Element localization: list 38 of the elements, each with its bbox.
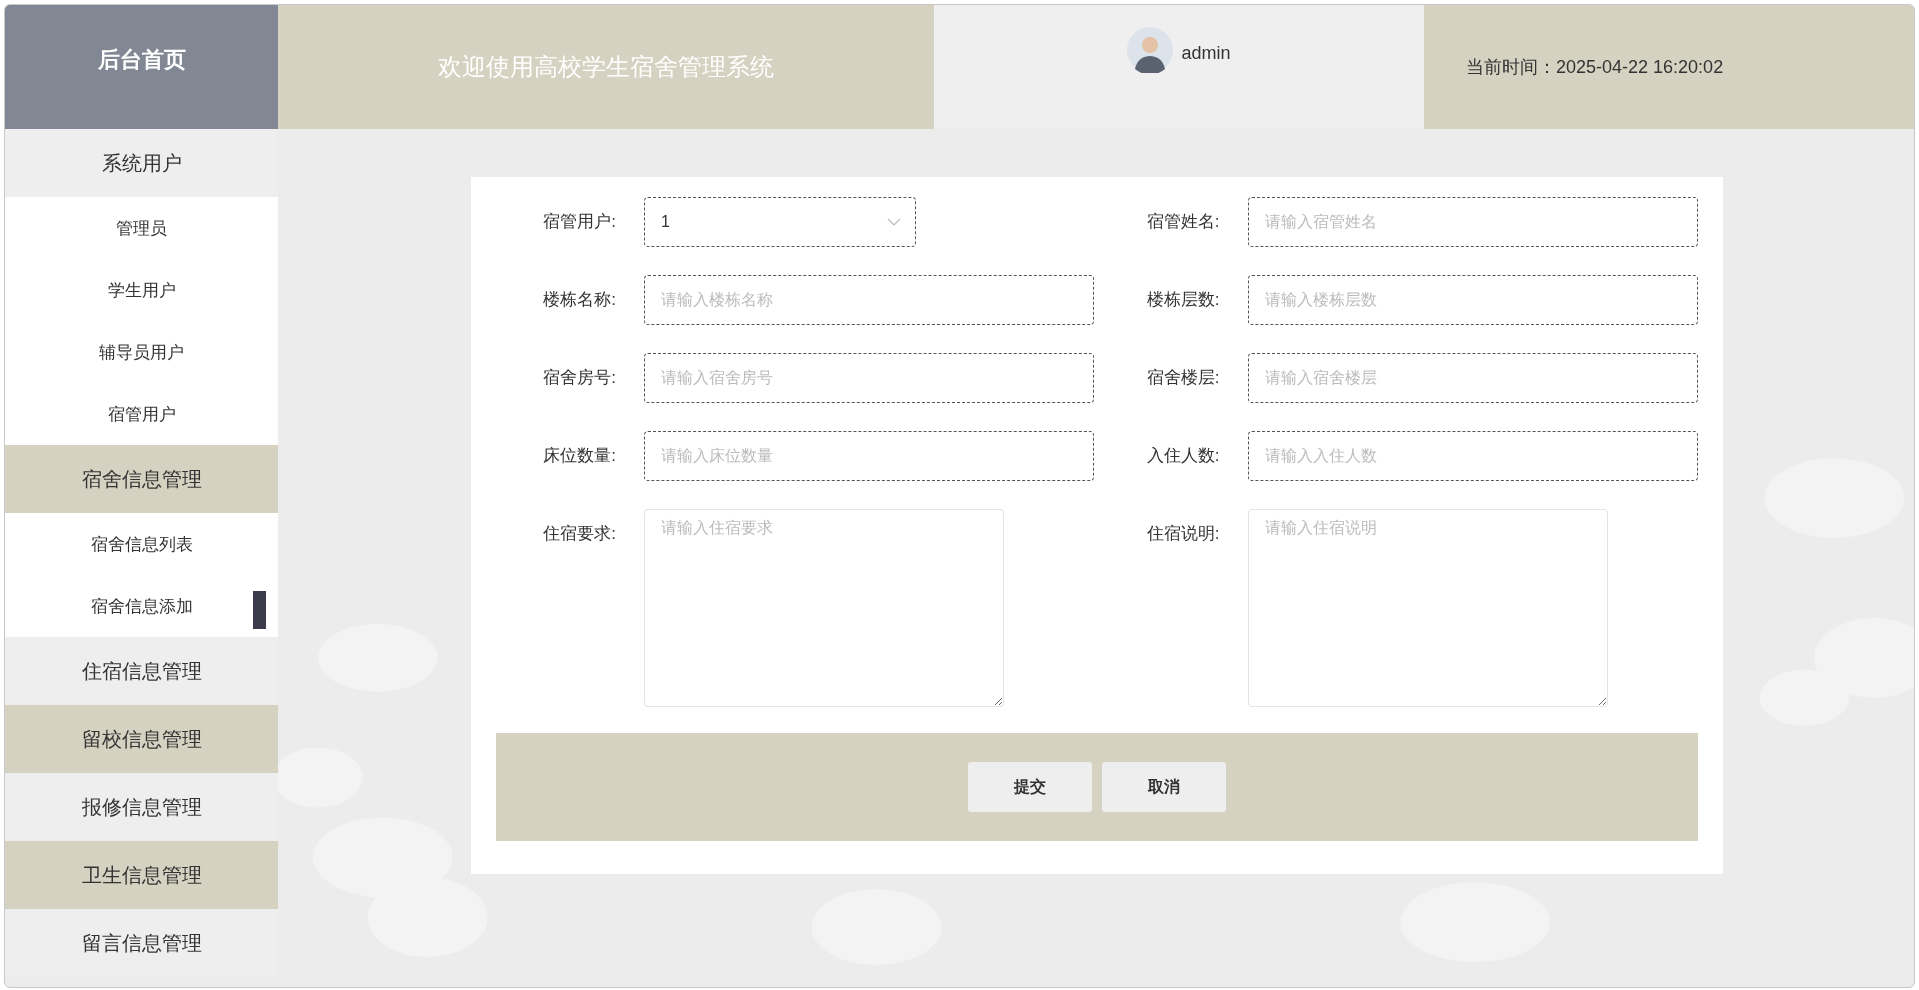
input-field[interactable]: 请输入楼栋名称 bbox=[644, 275, 1094, 325]
input-field[interactable]: 请输入宿舍房号 bbox=[644, 353, 1094, 403]
menu-item[interactable]: 宿舍信息列表 bbox=[5, 513, 278, 575]
field-label: 宿管用户: bbox=[542, 211, 616, 233]
field-label: 楼栋层数: bbox=[1145, 289, 1220, 311]
system-title: 欢迎使用高校学生宿舍管理系统 bbox=[438, 52, 774, 82]
menu-group[interactable]: 留校信息管理 bbox=[5, 705, 278, 773]
menu-item[interactable]: 辅导员用户 bbox=[5, 321, 278, 383]
field-label: 宿舍楼层: bbox=[1145, 367, 1220, 389]
menu-group[interactable]: 宿舍信息管理 bbox=[5, 445, 278, 513]
input-field[interactable]: 请输入床位数量 bbox=[644, 431, 1094, 481]
text-area[interactable]: 请输入住宿要求 bbox=[644, 509, 1004, 707]
menu-group[interactable]: 卫生信息管理 bbox=[5, 841, 278, 909]
menu-item[interactable]: 管理员 bbox=[5, 197, 278, 259]
menu-item[interactable]: 宿管用户 bbox=[5, 383, 278, 445]
field-label: 住宿要求: bbox=[542, 523, 616, 545]
cancel-button[interactable]: 取消 bbox=[1102, 762, 1226, 812]
field-label: 宿管姓名: bbox=[1145, 211, 1220, 233]
chevron-down-icon bbox=[887, 218, 901, 226]
field-label: 楼栋名称: bbox=[542, 289, 616, 311]
user-select[interactable]: 1 bbox=[644, 197, 916, 247]
text-area[interactable]: 请输入住宿说明 bbox=[1247, 509, 1608, 707]
logo-title[interactable]: 后台首页 bbox=[5, 5, 278, 129]
input-field[interactable]: 请输入入住人数 bbox=[1247, 431, 1698, 481]
submit-button[interactable]: 提交 bbox=[968, 762, 1092, 812]
current-time: 当前时间：2025-04-22 16:20:02 bbox=[1466, 56, 1724, 79]
field-label: 床位数量: bbox=[542, 445, 616, 467]
menu-item[interactable]: 宿舍信息添加 bbox=[5, 575, 278, 637]
input-field[interactable]: 请输入楼栋层数 bbox=[1247, 275, 1698, 325]
avatar-icon bbox=[1127, 27, 1174, 73]
field-label: 入住人数: bbox=[1145, 445, 1220, 467]
input-field[interactable]: 请输入宿舍楼层 bbox=[1247, 353, 1698, 403]
input-field[interactable]: 请输入宿管姓名 bbox=[1247, 197, 1698, 247]
field-label: 宿舍房号: bbox=[542, 367, 616, 389]
active-marker bbox=[253, 591, 266, 629]
menu-item[interactable]: 学生用户 bbox=[5, 259, 278, 321]
field-label: 住宿说明: bbox=[1145, 523, 1220, 545]
user-name[interactable]: admin bbox=[1181, 43, 1231, 64]
